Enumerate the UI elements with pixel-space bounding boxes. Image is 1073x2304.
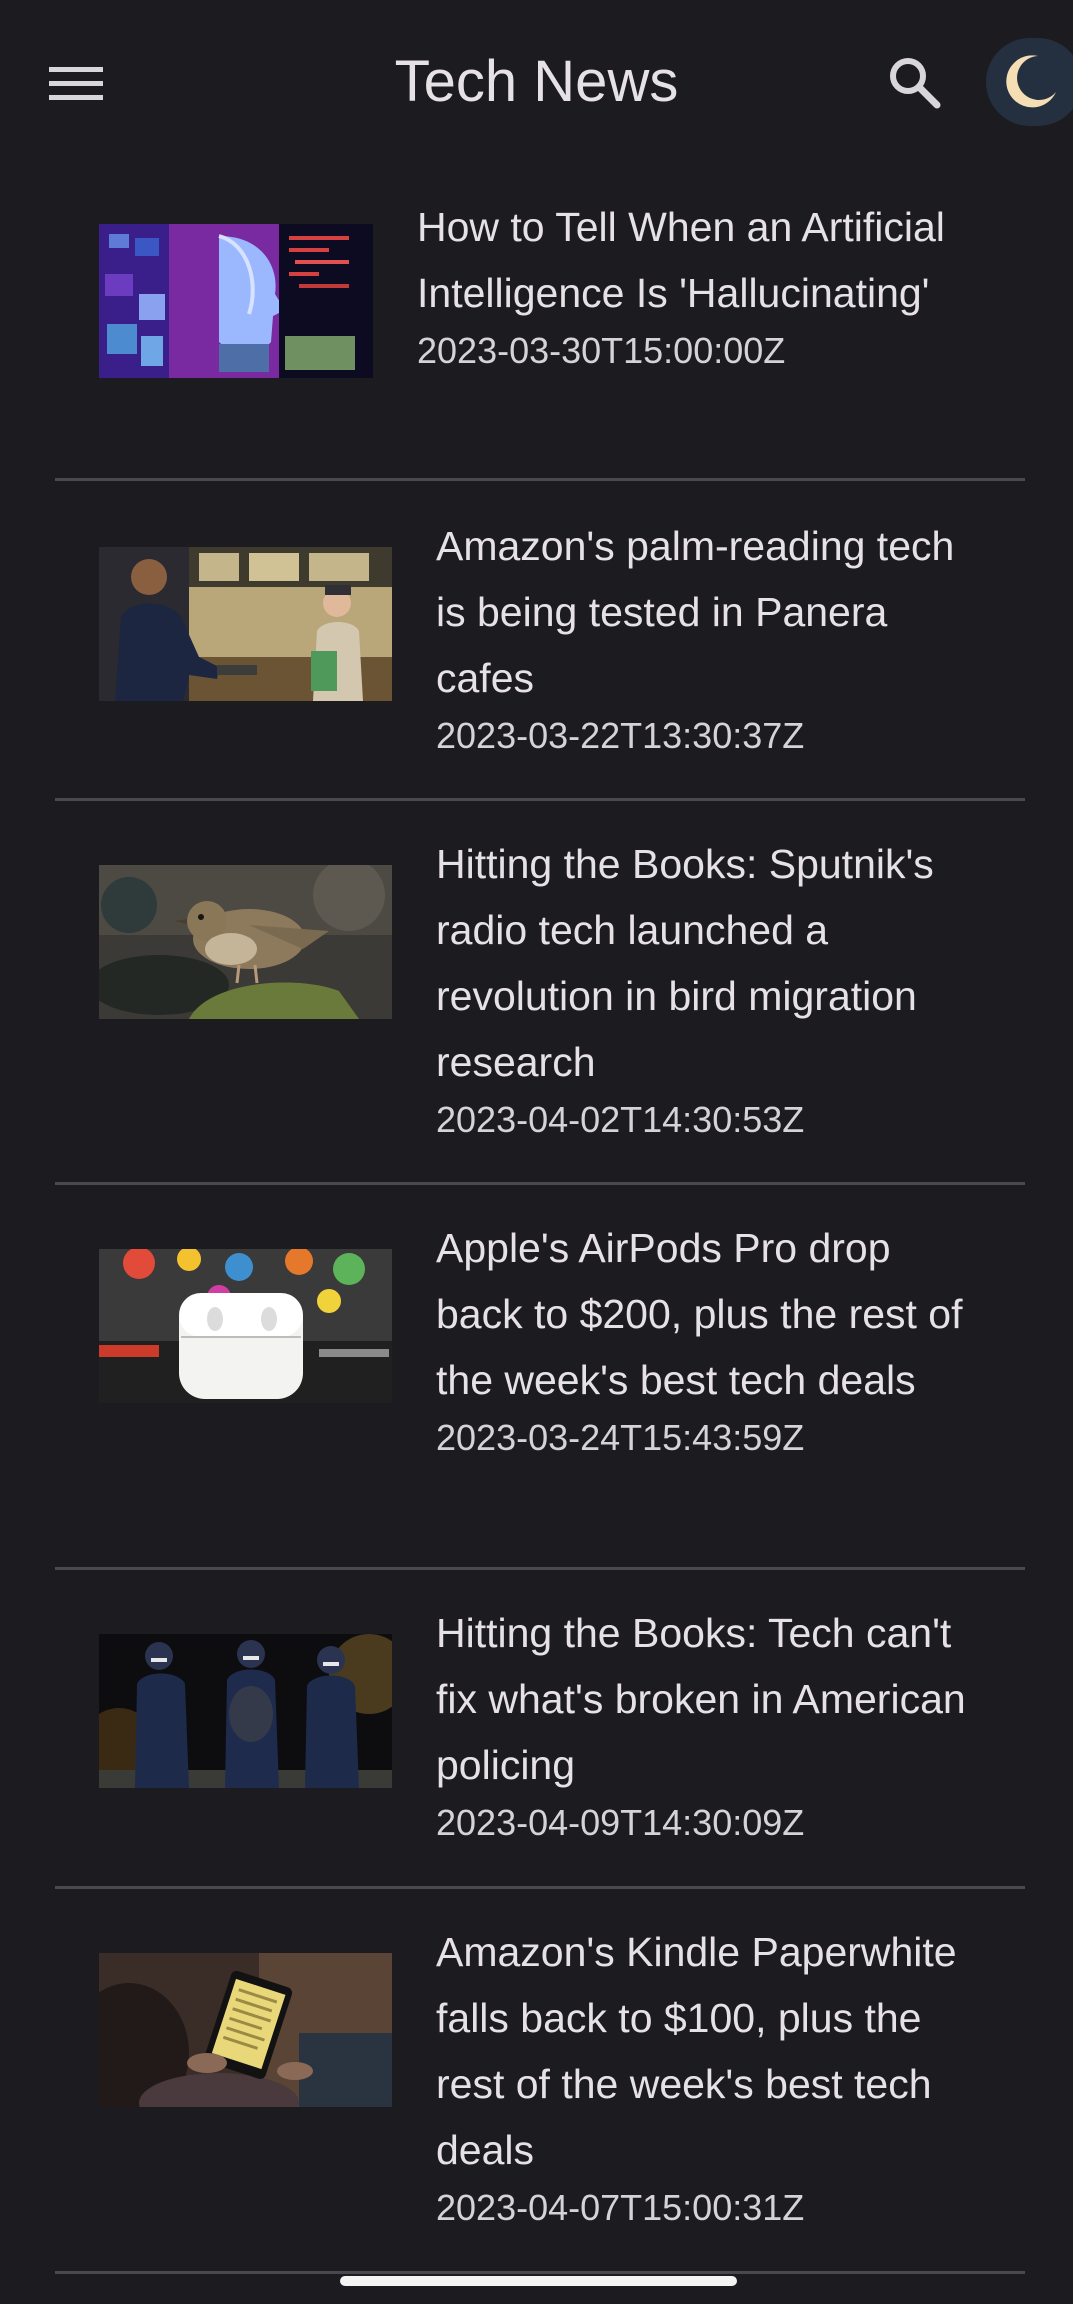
- article-thumbnail: [99, 1953, 392, 2107]
- news-list-item[interactable]: Hitting the Books: Sputnik's radio tech …: [55, 801, 1025, 1185]
- article-thumbnail: [99, 547, 392, 701]
- article-title: Amazon's palm-reading tech is being test…: [436, 523, 955, 701]
- cafe-palm-scanner-image: [99, 547, 392, 701]
- search-button[interactable]: [874, 42, 954, 122]
- article-title: Apple's AirPods Pro drop back to $200, p…: [436, 1225, 963, 1403]
- theme-toggle-button[interactable]: [986, 38, 1073, 126]
- news-list-item[interactable]: Apple's AirPods Pro drop back to $200, p…: [55, 1185, 1025, 1570]
- article-timestamp: 2023-04-09T14:30:09Z: [436, 1802, 805, 1843]
- news-list-item[interactable]: Hitting the Books: Tech can't fix what's…: [55, 1570, 1025, 1889]
- search-icon: [890, 58, 941, 109]
- article-thumbnail: [99, 1249, 392, 1403]
- article-timestamp: 2023-03-30T15:00:00Z: [417, 330, 786, 371]
- ai-face-circuit-image: [99, 224, 373, 378]
- kindle-reader-image: [99, 1953, 392, 2107]
- article-timestamp: 2023-04-02T14:30:53Z: [436, 1099, 805, 1140]
- thrush-bird-image: [99, 865, 392, 1019]
- article-title: Hitting the Books: Tech can't fix what's…: [436, 1610, 966, 1788]
- news-list: How to Tell When an Artificial Intellige…: [0, 164, 1073, 2274]
- article-thumbnail: [99, 224, 373, 378]
- news-list-item[interactable]: How to Tell When an Artificial Intellige…: [55, 164, 1025, 481]
- article-thumbnail: [99, 865, 392, 1019]
- top-app-bar: Tech News: [0, 0, 1073, 164]
- moon-icon: [1006, 55, 1056, 108]
- news-list-item[interactable]: Amazon's Kindle Paperwhite falls back to…: [55, 1889, 1025, 2274]
- article-timestamp: 2023-03-22T13:30:37Z: [436, 715, 805, 756]
- news-list-item[interactable]: Amazon's palm-reading tech is being test…: [55, 481, 1025, 801]
- airpods-case-image: [99, 1249, 392, 1403]
- article-timestamp: 2023-04-07T15:00:31Z: [436, 2187, 805, 2228]
- article-title: Hitting the Books: Sputnik's radio tech …: [436, 841, 934, 1085]
- article-title: How to Tell When an Artificial Intellige…: [417, 204, 945, 316]
- home-indicator[interactable]: [340, 2276, 737, 2286]
- article-timestamp: 2023-03-24T15:43:59Z: [436, 1417, 805, 1458]
- article-thumbnail: [99, 1634, 392, 1788]
- article-title: Amazon's Kindle Paperwhite falls back to…: [436, 1929, 957, 2173]
- police-officers-image: [99, 1634, 392, 1788]
